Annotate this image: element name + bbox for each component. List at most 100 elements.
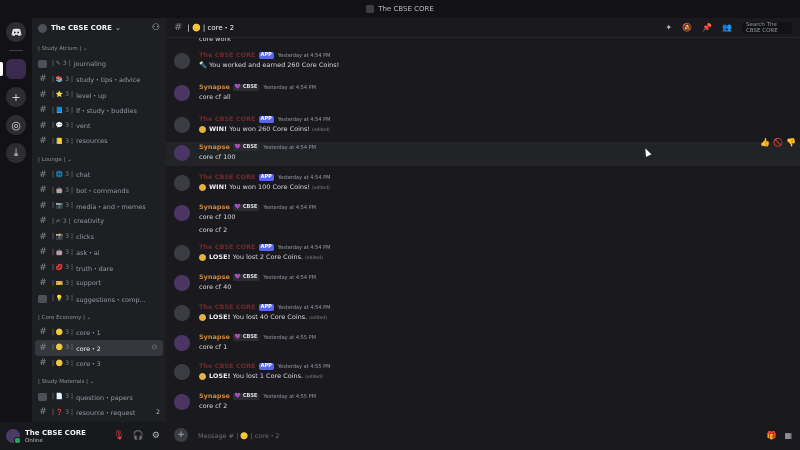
mute-mic-icon[interactable]: 🎙 xyxy=(113,431,124,441)
message: Synapse 💜 CBSE Yesterday at 4:54 PM core cf… xyxy=(166,202,800,234)
message-timestamp: Yesterday at 4:54 PM xyxy=(277,245,331,251)
message-author[interactable]: Synapse 💜 CBSE Yesterday at 4:54 PM xyxy=(199,83,316,91)
sidebar-channel-study-tips-advice[interactable]: # | 📚 3 | study・tips・advice xyxy=(32,72,166,88)
sidebar-channel-core-3[interactable]: # | 🪙 3 | core・3 xyxy=(32,356,166,372)
message-author[interactable]: The CBSE CORE APP Yesterday at 4:54 PM xyxy=(199,115,330,123)
message-author[interactable]: The CBSE CORE APP Yesterday at 4:54 PM xyxy=(199,243,330,251)
message-author[interactable]: Synapse 💜 CBSE Yesterday at 4:54 PM xyxy=(199,143,316,151)
user-name: The CBSE CORE xyxy=(25,428,86,437)
avatar[interactable] xyxy=(174,117,190,133)
channel-name: suggestions・comp... xyxy=(76,295,146,304)
message-author[interactable]: Synapse 💜 CBSE Yesterday at 4:55 PM xyxy=(199,333,316,341)
member-list-icon[interactable]: 👥 xyxy=(722,23,732,32)
message-author[interactable]: Synapse 💜 CBSE Yesterday at 4:54 PM xyxy=(199,273,316,281)
sidebar-channel-lf-study-buddies[interactable]: # | 📘 3 | lf・study・buddies xyxy=(32,103,166,119)
author-name[interactable]: Synapse xyxy=(199,203,230,211)
message-author[interactable]: The CBSE CORE APP Yesterday at 4:55 PM xyxy=(199,362,330,370)
avatar[interactable] xyxy=(174,205,190,221)
author-name[interactable]: The CBSE CORE xyxy=(199,173,256,181)
add-server-button[interactable]: + xyxy=(6,87,26,107)
avatar[interactable] xyxy=(174,364,190,380)
author-name[interactable]: The CBSE CORE xyxy=(199,243,256,251)
message-timestamp: Yesterday at 4:54 PM xyxy=(263,275,316,281)
search-input[interactable]: Search The CBSE CORE xyxy=(742,21,792,34)
author-name[interactable]: Synapse xyxy=(199,143,230,151)
notification-mute-icon[interactable]: 🔕 xyxy=(682,23,692,32)
pin-icon[interactable]: 📌 xyxy=(702,23,712,32)
sidebar-channel-bot-commands[interactable]: # | 🤖 3 | bot・commands xyxy=(32,183,166,199)
channel-prefix: | 📘 3 | xyxy=(52,106,74,114)
message-input[interactable]: Message # | 🪙 | core・2 xyxy=(198,430,766,440)
gif-icon[interactable]: ▦ xyxy=(784,431,792,440)
avatar[interactable] xyxy=(174,175,190,191)
reaction-button-2[interactable]: 👎 xyxy=(786,138,796,147)
sidebar-channel-level-up[interactable]: # | ⭐ 3 | level・up xyxy=(32,87,166,103)
sidebar-channel-vent[interactable]: # | 💬 3 | vent xyxy=(32,118,166,134)
sidebar-channel-ask-ai[interactable]: # | 🤖 3 | ask・ai xyxy=(32,245,166,261)
sidebar-channel-truth-dare[interactable]: # | 💋 3 | truth・dare xyxy=(32,260,166,276)
message-text: core cf 2 xyxy=(199,402,228,410)
category-study-atrium[interactable]: | Study Atrium | ⌄ xyxy=(32,42,166,56)
avatar[interactable] xyxy=(174,245,190,261)
message-timestamp: Yesterday at 4:54 PM xyxy=(277,117,331,123)
avatar[interactable] xyxy=(174,85,190,101)
category-study-materials[interactable]: | Study Materials | ⌄ xyxy=(32,375,166,389)
gift-icon[interactable]: 🎁 xyxy=(766,431,776,440)
sidebar-channel-journaling[interactable]: | ✎ 3 | journaling xyxy=(32,56,166,72)
message-author[interactable]: The CBSE CORE APP Yesterday at 4:54 PM xyxy=(199,51,330,59)
avatar[interactable] xyxy=(174,394,190,410)
author-name[interactable]: Synapse xyxy=(199,83,230,91)
message-author[interactable]: The CBSE CORE APP Yesterday at 4:54 PM xyxy=(199,303,330,311)
avatar[interactable] xyxy=(6,429,21,444)
sidebar-channel-media-and-memes[interactable]: # | 📷 3 | media・and・memes xyxy=(32,198,166,214)
category-core-economy[interactable]: | Core Economy | ⌄ xyxy=(32,311,166,325)
sidebar-channel-chat[interactable]: # | 🌐 3 | chat xyxy=(32,167,166,183)
avatar[interactable] xyxy=(174,53,190,69)
add-member-icon[interactable]: ⚇ xyxy=(152,23,160,33)
sidebar-channel-resource-request[interactable]: # | ❓ 3 | resource・request 2 xyxy=(32,405,166,421)
author-name[interactable]: Synapse xyxy=(199,392,230,400)
gear-icon[interactable]: ⚙ xyxy=(152,431,160,441)
add-member-icon[interactable]: ⚇ xyxy=(152,344,157,351)
channel-title: | 🪙 | core・2 xyxy=(187,23,235,32)
channel-prefix: | 🪙 3 | xyxy=(52,344,74,352)
sidebar-channel-core-1[interactable]: # | 🪙 3 | core・1 xyxy=(32,325,166,341)
category-lounge[interactable]: | Lounge | ⌄ xyxy=(32,153,166,167)
message-author[interactable]: Synapse 💜 CBSE Yesterday at 4:55 PM xyxy=(199,392,316,400)
explore-button[interactable]: ◎ xyxy=(6,115,26,135)
author-name[interactable]: The CBSE CORE xyxy=(199,362,256,370)
deafen-icon[interactable]: 🎧 xyxy=(133,431,144,441)
discord-home-button[interactable] xyxy=(6,22,26,42)
author-name[interactable]: The CBSE CORE xyxy=(199,51,256,59)
message-author[interactable]: The CBSE CORE APP Yesterday at 4:54 PM xyxy=(199,173,330,181)
server-cbse-core-button[interactable] xyxy=(0,59,26,79)
sidebar-channel-creativity[interactable]: # | ✍ 3 | creativity xyxy=(32,214,166,230)
avatar[interactable] xyxy=(174,305,190,321)
sidebar-channel-resources[interactable]: # | 📒 3 | resources xyxy=(32,134,166,150)
author-name[interactable]: The CBSE CORE xyxy=(199,303,256,311)
channel-prefix: | 🪙 3 | xyxy=(52,328,74,336)
channel-prefix: | 💡 3 | xyxy=(52,295,74,303)
avatar[interactable] xyxy=(174,145,190,161)
sidebar-channel-support[interactable]: # | 🎫 3 | support xyxy=(32,276,166,292)
user-info[interactable]: The CBSE CORE Online xyxy=(25,429,86,444)
reaction-button-0[interactable]: 👍 xyxy=(760,138,770,147)
avatar[interactable] xyxy=(174,335,190,351)
threads-icon[interactable]: ✦ xyxy=(665,23,672,32)
reaction-button-1[interactable]: 🚫 xyxy=(773,138,783,147)
server-header[interactable]: The CBSE CORE ⌄ ⚇ xyxy=(32,18,166,38)
author-name[interactable]: Synapse xyxy=(199,273,230,281)
author-name[interactable]: Synapse xyxy=(199,333,230,341)
message-timestamp: Yesterday at 4:54 PM xyxy=(263,85,316,91)
sidebar-channel-clicks[interactable]: # | 📸 3 | clicks xyxy=(32,229,166,245)
download-button[interactable]: ⤓ xyxy=(6,143,26,163)
avatar[interactable] xyxy=(174,275,190,291)
message-author[interactable]: Synapse 💜 CBSE Yesterday at 4:54 PM xyxy=(199,203,316,211)
sidebar-channel-question-papers[interactable]: | 📄 3 | question・papers xyxy=(32,389,166,405)
sidebar-channel-core-2[interactable]: # | 🪙 3 | core・2 ⚇ xyxy=(35,340,163,356)
message: The CBSE CORE APP Yesterday at 4:54 PM WIN!… xyxy=(166,114,800,138)
attach-plus-button[interactable]: + xyxy=(174,428,188,442)
author-name[interactable]: The CBSE CORE xyxy=(199,115,256,123)
sidebar-channel-suggestions-comp-[interactable]: | 💡 3 | suggestions・comp... xyxy=(32,291,166,307)
coin-icon xyxy=(199,125,206,133)
